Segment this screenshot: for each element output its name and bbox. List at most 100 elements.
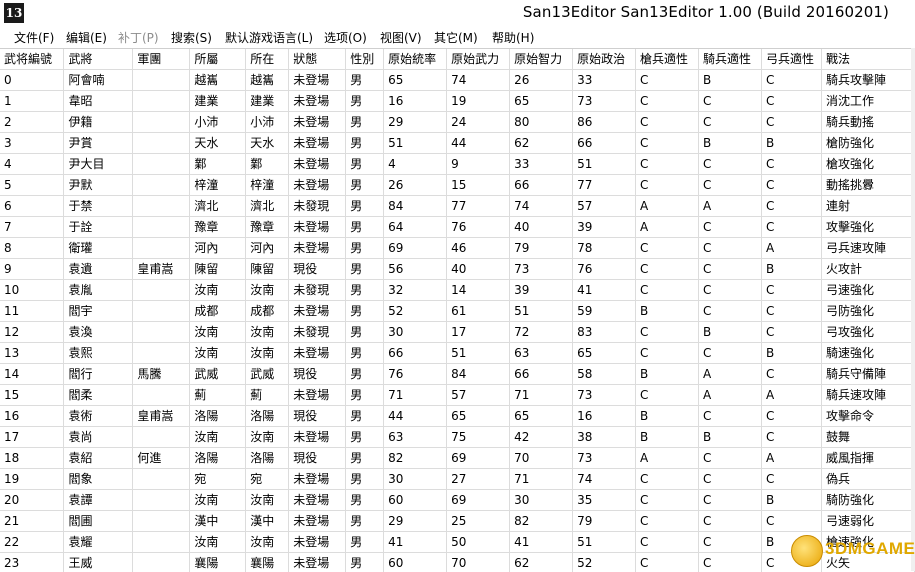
table-row[interactable]: 5尹默梓潼梓潼未登場男26156677CCC動搖挑釁 [0,175,915,196]
menu-patch[interactable]: 补丁(P) [118,29,159,46]
table-cell[interactable]: 威風指揮 [821,448,914,469]
table-cell[interactable]: 9 [0,259,64,280]
col-header[interactable]: 武將 [64,49,133,70]
table-cell[interactable]: 75 [447,427,510,448]
table-cell[interactable]: C [636,511,699,532]
table-cell[interactable]: 梓潼 [246,175,289,196]
table-cell[interactable]: 河內 [246,238,289,259]
table-cell[interactable]: 16 [573,406,636,427]
table-cell[interactable] [133,112,190,133]
table-cell[interactable] [133,280,190,301]
table-cell[interactable]: 汝南 [246,490,289,511]
col-header[interactable]: 所屬 [190,49,246,70]
table-cell[interactable]: 豫章 [190,217,246,238]
table-cell[interactable]: 弓速強化 [821,280,914,301]
table-cell[interactable]: 男 [346,448,384,469]
table-cell[interactable]: 阿會喃 [64,70,133,91]
table-cell[interactable]: 52 [573,553,636,572]
table-cell[interactable]: 汝南 [246,322,289,343]
table-row[interactable]: 17袁尚汝南汝南未登場男63754238BBC鼓舞 [0,427,915,448]
col-header[interactable]: 槍兵適性 [636,49,699,70]
table-cell[interactable]: 9 [447,154,510,175]
table-cell[interactable]: A [636,448,699,469]
table-cell[interactable]: 未登場 [289,343,346,364]
table-cell[interactable]: 王威 [64,553,133,572]
table-cell[interactable]: 15 [447,175,510,196]
table-cell[interactable]: B [761,490,821,511]
table-cell[interactable]: 69 [384,238,447,259]
table-cell[interactable]: 83 [573,322,636,343]
table-cell[interactable]: 未登場 [289,385,346,406]
table-cell[interactable]: 騎防強化 [821,490,914,511]
table-cell[interactable]: 男 [346,112,384,133]
menu-file[interactable]: 文件(F) [14,29,54,46]
table-cell[interactable]: 76 [573,259,636,280]
table-cell[interactable]: 77 [447,196,510,217]
table-cell[interactable]: 男 [346,133,384,154]
table-cell[interactable] [133,70,190,91]
table-cell[interactable] [133,427,190,448]
table-cell[interactable]: 16 [0,406,64,427]
table-cell[interactable] [133,91,190,112]
table-cell[interactable]: 未登場 [289,133,346,154]
table-cell[interactable]: 15 [0,385,64,406]
table-cell[interactable] [133,490,190,511]
table-cell[interactable]: 袁耀 [64,532,133,553]
table-cell[interactable]: 71 [510,385,573,406]
table-cell[interactable]: 陳留 [246,259,289,280]
table-cell[interactable]: 58 [573,364,636,385]
table-cell[interactable]: 41 [510,532,573,553]
table-cell[interactable]: 39 [573,217,636,238]
table-cell[interactable]: 未登場 [289,91,346,112]
table-cell[interactable]: 6 [0,196,64,217]
table-cell[interactable]: 弓攻強化 [821,322,914,343]
table-cell[interactable]: 14 [0,364,64,385]
table-cell[interactable]: C [636,154,699,175]
table-row[interactable]: 20袁譚汝南汝南未登場男60693035CCB騎防強化 [0,490,915,511]
table-cell[interactable]: 汝南 [246,343,289,364]
table-cell[interactable]: 60 [384,490,447,511]
table-row[interactable]: 4尹大目鄴鄴未登場男493351CCC槍攻強化 [0,154,915,175]
table-cell[interactable] [133,301,190,322]
table-cell[interactable]: 男 [346,385,384,406]
table-cell[interactable]: 52 [384,301,447,322]
table-cell[interactable]: 29 [384,511,447,532]
table-cell[interactable]: 袁譚 [64,490,133,511]
table-row[interactable]: 8衛瓘河內河內未登場男69467978CCA弓兵速攻陣 [0,238,915,259]
table-cell[interactable]: 現役 [289,259,346,280]
table-cell[interactable]: 建業 [190,91,246,112]
vertical-scrollbar[interactable] [911,48,915,571]
table-cell[interactable]: 66 [510,364,573,385]
table-cell[interactable]: C [636,490,699,511]
table-cell[interactable]: 未登場 [289,112,346,133]
table-cell[interactable]: 63 [384,427,447,448]
col-header[interactable]: 狀態 [289,49,346,70]
table-cell[interactable]: 56 [384,259,447,280]
table-cell[interactable]: 袁渙 [64,322,133,343]
table-cell[interactable]: 未登場 [289,175,346,196]
table-cell[interactable]: 20 [0,490,64,511]
table-cell[interactable]: 陳留 [190,259,246,280]
table-cell[interactable]: C [699,490,762,511]
table-cell[interactable]: 河內 [190,238,246,259]
table-cell[interactable]: B [699,133,762,154]
table-cell[interactable]: C [761,511,821,532]
table-row[interactable]: 10袁胤汝南汝南未發現男32143941CCC弓速強化 [0,280,915,301]
table-cell[interactable]: A [761,385,821,406]
table-cell[interactable]: C [636,385,699,406]
col-header[interactable]: 原始政治 [573,49,636,70]
table-cell[interactable]: 82 [384,448,447,469]
table-cell[interactable]: 男 [346,70,384,91]
table-cell[interactable]: 50 [447,532,510,553]
table-cell[interactable]: 騎兵速攻陣 [821,385,914,406]
table-cell[interactable]: 7 [0,217,64,238]
table-cell[interactable] [133,511,190,532]
table-cell[interactable]: C [761,70,821,91]
table-cell[interactable]: 袁胤 [64,280,133,301]
table-cell[interactable]: 馬騰 [133,364,190,385]
table-cell[interactable]: A [699,196,762,217]
table-cell[interactable]: 袁遺 [64,259,133,280]
table-cell[interactable]: 74 [447,70,510,91]
table-cell[interactable]: 79 [573,511,636,532]
table-cell[interactable]: 男 [346,175,384,196]
